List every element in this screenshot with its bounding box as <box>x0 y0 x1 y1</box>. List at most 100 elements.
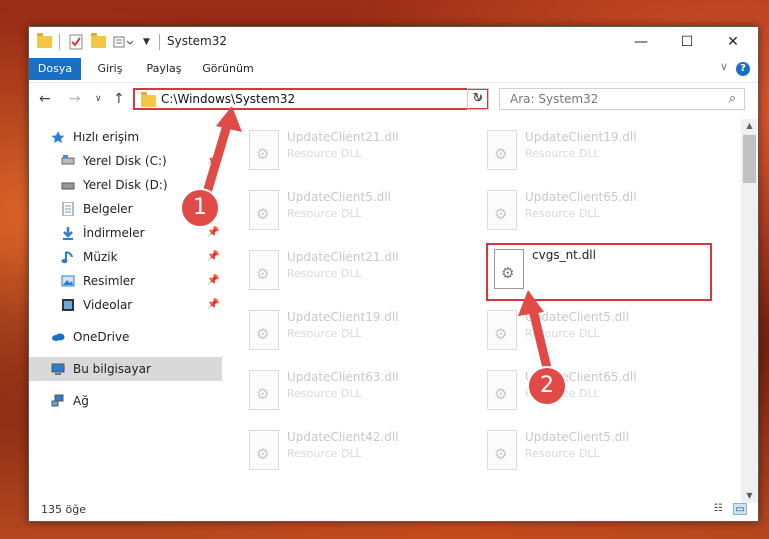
file-type: Resource DLL <box>287 387 362 400</box>
sidebar-item-label: Müzik <box>83 250 118 264</box>
sidebar-item-label: Hızlı erişim <box>73 130 140 144</box>
sidebar-item-label: Bu bilgisayar <box>73 362 151 376</box>
search-icon[interactable]: ⌕ <box>729 91 736 106</box>
sidebar-item-this-pc[interactable]: Bu bilgisayar <box>29 357 222 381</box>
file-item-cvgs-nt-dll[interactable]: ⚙ cvgs_nt.dll <box>486 243 712 301</box>
dll-file-icon: ⚙ <box>249 370 279 410</box>
sidebar-item-onedrive[interactable]: OneDrive <box>29 325 222 349</box>
file-item[interactable]: ⚙ UpdateClient42.dll Resource DLL <box>239 425 469 481</box>
dll-file-icon: ⚙ <box>249 250 279 290</box>
callout-2-badge: 2 <box>527 366 567 406</box>
sidebar-item-label: Yerel Disk (C:) <box>83 154 167 168</box>
computer-icon <box>51 363 65 375</box>
file-item[interactable]: ⚙ UpdateClient5.dll Resource DLL <box>239 185 469 241</box>
file-name: UpdateClient42.dll <box>287 430 399 444</box>
star-icon <box>51 131 65 143</box>
file-list: ⚙ UpdateClient21.dll Resource DLL ⚙ Upda… <box>239 119 739 499</box>
file-name: cvgs_nt.dll <box>532 248 596 262</box>
large-icons-view-icon[interactable]: ▭ <box>733 503 747 515</box>
new-folder-icon[interactable] <box>91 33 106 51</box>
sidebar-item-videos[interactable]: Videolar 📌 <box>29 293 222 317</box>
file-name: UpdateClient19.dll <box>287 310 399 324</box>
sidebar-item-label: Resimler <box>83 274 136 288</box>
sidebar-item-local-disk-c[interactable]: Yerel Disk (C:) 📌 <box>29 149 222 173</box>
sidebar-item-label: Belgeler <box>83 202 133 216</box>
sidebar-item-label: Yerel Disk (D:) <box>83 178 168 192</box>
file-type: Resource DLL <box>525 207 600 220</box>
file-name: UpdateClient65.dll <box>525 190 637 204</box>
file-type: Resource DLL <box>525 327 600 340</box>
file-item[interactable]: ⚙ UpdateClient19.dll Resource DLL <box>239 305 469 361</box>
dll-file-icon: ⚙ <box>249 310 279 350</box>
file-name: UpdateClient21.dll <box>287 130 399 144</box>
file-item[interactable]: ⚙ UpdateClient63.dll Resource DLL <box>239 365 469 421</box>
sidebar-item-quick-access[interactable]: Hızlı erişim <box>29 125 222 149</box>
forward-button[interactable]: → <box>69 91 81 107</box>
window-folder-icon <box>37 33 52 51</box>
back-button[interactable]: ← <box>39 91 51 107</box>
dll-file-icon: ⚙ <box>487 130 517 170</box>
pin-icon[interactable]: 📌 <box>207 245 219 269</box>
vertical-scrollbar[interactable]: ▲ ▼ <box>741 119 758 503</box>
file-item[interactable]: ⚙ UpdateClient5.dll Resource DLL <box>477 425 707 481</box>
file-item[interactable]: ⚙ UpdateClient21.dll Resource DLL <box>239 245 469 301</box>
search-box[interactable]: Ara: System32 ⌕ <box>499 88 745 110</box>
file-item[interactable]: ⚙ UpdateClient21.dll Resource DLL <box>239 125 469 181</box>
navigation-bar: ← → ∨ ↑ C:\Windows\System32 ∨ ↻ Ara: Sys… <box>29 82 758 119</box>
help-icon[interactable]: ? <box>736 62 750 76</box>
file-type: Resource DLL <box>287 447 362 460</box>
file-item[interactable]: ⚙ UpdateClient19.dll Resource DLL <box>477 125 707 181</box>
item-count: 135 öğe <box>41 503 86 516</box>
quick-access-menu-icon[interactable] <box>113 33 139 51</box>
dll-file-icon: ⚙ <box>249 130 279 170</box>
scroll-up-icon[interactable]: ▲ <box>741 119 758 133</box>
dll-file-icon: ⚙ <box>487 310 517 350</box>
ribbon-collapse-icon[interactable]: ∨ <box>720 60 728 73</box>
dll-file-icon: ⚙ <box>249 430 279 470</box>
music-icon <box>61 251 73 264</box>
file-name: UpdateClient5.dll <box>525 430 629 444</box>
pin-icon[interactable]: 📌 <box>207 269 219 293</box>
sidebar-item-label: OneDrive <box>73 330 130 344</box>
minimize-button[interactable]: — <box>618 27 664 57</box>
file-type: Resource DLL <box>525 447 600 460</box>
close-button[interactable]: ✕ <box>710 27 756 57</box>
search-input[interactable]: Ara: System32 <box>510 92 598 106</box>
file-item[interactable]: ⚙ UpdateClient5.dll Resource DLL <box>477 305 707 361</box>
details-view-icon[interactable]: ☷ <box>711 503 725 515</box>
cloud-icon <box>52 333 65 341</box>
file-item[interactable]: ⚙ UpdateClient65.dll Resource DLL <box>477 185 707 241</box>
file-name: UpdateClient5.dll <box>287 190 391 204</box>
pin-icon[interactable]: 📌 <box>207 149 219 173</box>
recent-locations-button[interactable]: ∨ <box>95 94 102 104</box>
tab-gorunum[interactable]: Görünüm <box>197 58 259 80</box>
file-name: UpdateClient19.dll <box>525 130 637 144</box>
download-icon <box>63 227 73 240</box>
tab-giris[interactable]: Giriş <box>89 58 131 80</box>
sidebar-item-label: İndirmeler <box>83 226 145 240</box>
address-path[interactable]: C:\Windows\System32 <box>161 92 295 106</box>
address-bar[interactable]: C:\Windows\System32 ∨ <box>133 88 489 110</box>
maximize-button[interactable]: ☐ <box>664 27 710 57</box>
dll-file-icon: ⚙ <box>249 190 279 230</box>
file-type: Resource DLL <box>287 207 362 220</box>
sidebar-item-network[interactable]: Ağ <box>29 389 222 413</box>
sidebar-item-pictures[interactable]: Resimler 📌 <box>29 269 222 293</box>
sidebar-item-label: Ağ <box>73 394 89 408</box>
tab-paylas[interactable]: Paylaş <box>139 58 189 80</box>
customize-toolbar-icon[interactable]: ▼ <box>143 33 150 51</box>
file-item[interactable]: ⚙ UpdateClient65.dll Resource DLL <box>477 365 707 421</box>
refresh-button[interactable]: ↻ <box>467 88 489 110</box>
title-bar: ▼ System32 — ☐ ✕ <box>29 27 758 57</box>
up-button[interactable]: ↑ <box>113 91 125 107</box>
pin-icon[interactable]: 📌 <box>207 293 219 317</box>
status-bar: 135 öğe ☷ ▭ <box>29 499 758 521</box>
divider <box>159 34 160 50</box>
scrollbar-thumb[interactable] <box>743 135 756 183</box>
properties-icon[interactable] <box>69 33 83 51</box>
dll-file-icon: ⚙ <box>494 249 524 289</box>
drive-icon <box>61 155 75 165</box>
tab-dosya[interactable]: Dosya <box>29 58 81 80</box>
sidebar-item-music[interactable]: Müzik 📌 <box>29 245 222 269</box>
window-title: System32 <box>167 34 228 48</box>
